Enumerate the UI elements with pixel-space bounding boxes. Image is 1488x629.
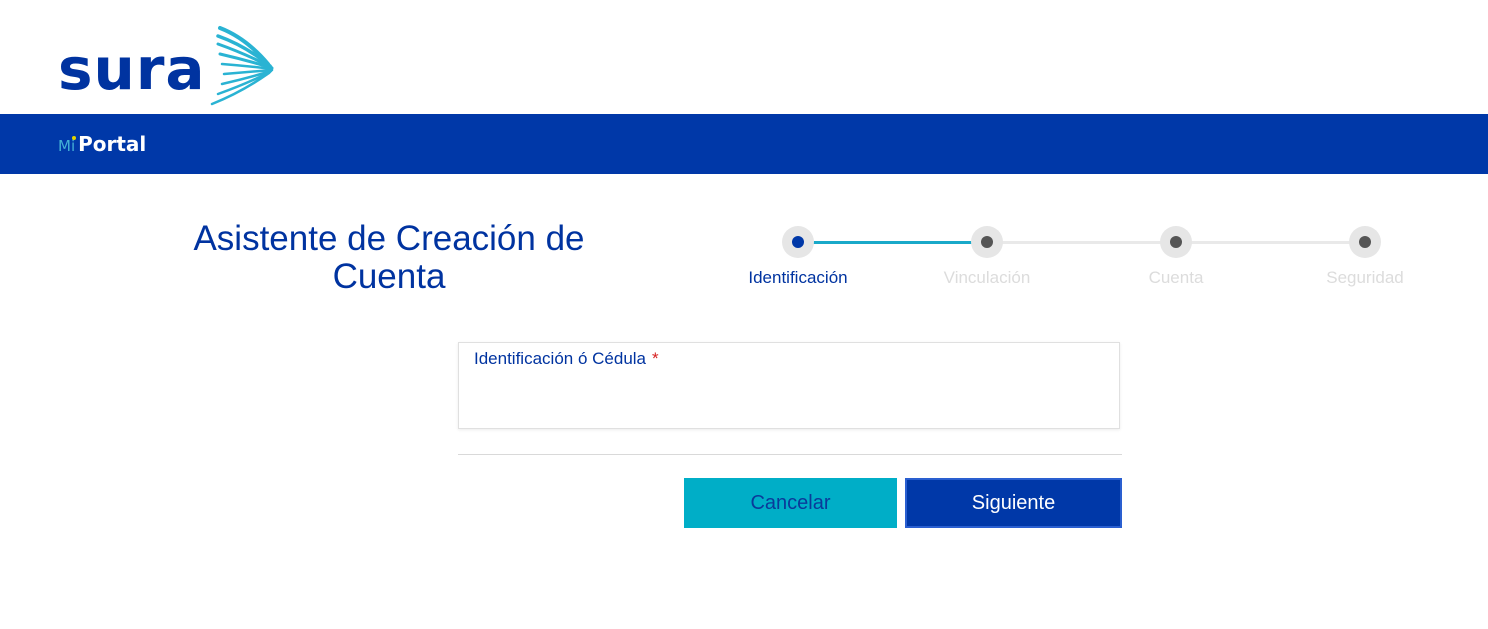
step-circle-icon: [1349, 226, 1381, 258]
next-button[interactable]: Siguiente: [905, 478, 1122, 528]
portal-header-band: Mi Portal: [0, 114, 1488, 174]
step-vinculacion: Vinculación: [912, 226, 1062, 288]
mi-portal-logo[interactable]: Mi Portal: [58, 132, 146, 156]
step-label: Seguridad: [1326, 268, 1404, 287]
wizard-stepper: Identificación Vinculación Cuenta Seguri…: [720, 226, 1460, 296]
page: sura Mi Portal Asistente de Creación de …: [0, 0, 1488, 629]
id-field-container[interactable]: Identificación ó Cédula *: [458, 342, 1120, 429]
id-field-label-text: Identificación ó Cédula: [474, 349, 647, 368]
step-label: Identificación: [748, 268, 848, 287]
step-circle-icon: [1160, 226, 1192, 258]
portal-name: Portal: [78, 132, 147, 156]
step-circle-icon: [782, 226, 814, 258]
step-label: Cuenta: [1148, 268, 1204, 287]
form-divider: [458, 454, 1122, 455]
step-seguridad: Seguridad: [1290, 226, 1440, 288]
required-marker: *: [652, 349, 659, 368]
id-input[interactable]: [474, 379, 1108, 417]
step-circle-icon: [971, 226, 1003, 258]
portal-dot-icon: [72, 136, 77, 140]
cancel-button[interactable]: Cancelar: [684, 478, 897, 528]
portal-prefix: Mi: [58, 136, 77, 155]
wing-icon: [210, 26, 274, 106]
step-cuenta: Cuenta: [1101, 226, 1251, 288]
step-label: Vinculación: [943, 268, 1031, 287]
page-title: Asistente de Creación de Cuenta: [193, 219, 585, 296]
sura-logo[interactable]: sura: [56, 22, 286, 112]
step-identificacion: Identificación: [723, 226, 873, 288]
logo-wordmark: sura: [58, 35, 206, 103]
id-field-label: Identificación ó Cédula *: [474, 349, 659, 369]
